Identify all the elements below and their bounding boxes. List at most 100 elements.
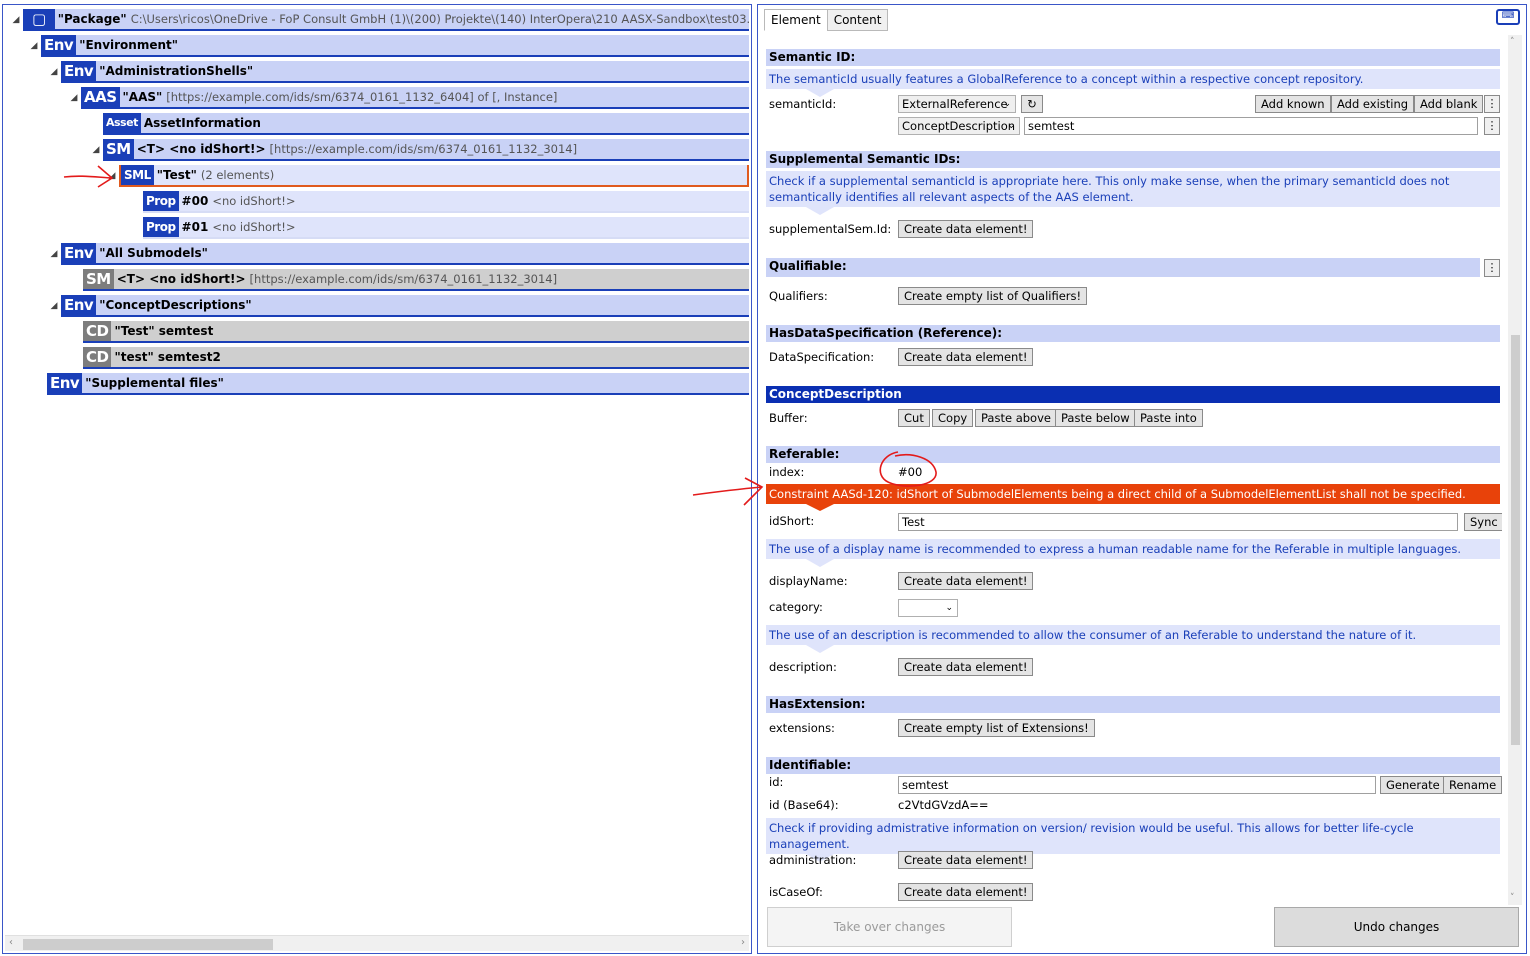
index-label: index:	[769, 465, 805, 479]
chevron-up-icon[interactable]: ˄	[1510, 37, 1515, 47]
package-icon: ▢	[23, 9, 55, 29]
tree-item-name: "Test" semtest	[114, 324, 214, 338]
key-type-select[interactable]: ExternalReference ⌄	[898, 95, 1016, 113]
section-header-identifiable: Identifiable:	[766, 757, 1500, 774]
tree-item-administration-shells[interactable]: ◢ Env "AdministrationShells"	[47, 61, 749, 83]
tree-item-info: <no idShort!>	[212, 220, 296, 234]
submodel-icon: SM	[103, 139, 134, 159]
cut-button[interactable]: Cut	[898, 409, 930, 427]
scrollbar-thumb[interactable]	[1511, 335, 1520, 745]
sync-button[interactable]: Sync	[1464, 513, 1502, 531]
chevron-down-icon[interactable]: ˅	[1510, 893, 1515, 903]
tree-pane: ◢ ▢ "Package" C:\Users\ricos\OneDrive - …	[2, 4, 752, 954]
chevron-left-icon[interactable]: ‹	[9, 937, 13, 948]
create-display-name-button[interactable]: Create data element!	[898, 572, 1034, 590]
undo-changes-button[interactable]: Undo changes	[1274, 907, 1519, 947]
expand-icon[interactable]: ◢	[47, 67, 61, 77]
tree-item-submodel-all[interactable]: SM <T> <no idShort!> [https://example.co…	[69, 269, 749, 291]
create-administration-button[interactable]: Create data element!	[898, 851, 1034, 869]
create-extensions-button[interactable]: Create empty list of Extensions!	[898, 719, 1095, 737]
tree-item-name: "Test"	[156, 168, 197, 182]
tree-item-name: "ConceptDescriptions"	[99, 298, 252, 312]
add-blank-button[interactable]: Add blank	[1414, 95, 1484, 113]
tree-item-aas[interactable]: ◢ AAS "AAS" [https://example.com/ids/sm/…	[67, 87, 749, 109]
take-over-changes-button[interactable]: Take over changes	[767, 907, 1012, 947]
scrollbar-thumb[interactable]	[23, 939, 273, 950]
tab-content[interactable]: Content	[826, 9, 889, 31]
chevron-right-icon[interactable]: ›	[741, 937, 745, 948]
tree-item-name: "test" semtest2	[114, 350, 221, 364]
tree-item-property-0[interactable]: Prop #00 <no idShort!>	[129, 191, 749, 213]
copy-button[interactable]: Copy	[932, 409, 974, 427]
create-qualifiers-button[interactable]: Create empty list of Qualifiers!	[898, 287, 1088, 305]
tree-item-supplemental-files[interactable]: Env "Supplemental files"	[33, 373, 749, 395]
create-description-button[interactable]: Create data element!	[898, 658, 1034, 676]
env-icon: Env	[61, 61, 97, 81]
hint-description: The use of an description is recommended…	[766, 625, 1500, 653]
create-supplemental-button[interactable]: Create data element!	[898, 220, 1034, 238]
index-value: #00	[898, 465, 923, 479]
submodel-icon: SM	[83, 269, 114, 289]
tree-item-submodel[interactable]: ◢ SM <T> <no idShort!> [https://example.…	[89, 139, 749, 161]
tree-item-name: #00	[181, 194, 209, 208]
paste-into-button[interactable]: Paste into	[1134, 409, 1203, 427]
create-is-case-of-button[interactable]: Create data element!	[898, 883, 1034, 901]
paste-below-button[interactable]: Paste below	[1055, 409, 1136, 427]
semantic-id-value-input[interactable]: semtest	[1024, 117, 1478, 135]
expand-icon[interactable]: ◢	[9, 15, 23, 25]
tab-element[interactable]: Element	[764, 9, 828, 31]
expand-icon[interactable]: ◢	[27, 41, 41, 51]
refresh-button[interactable]: ↻	[1021, 95, 1043, 113]
category-select[interactable]: ⌄	[898, 599, 958, 617]
more-options-icon[interactable]: ⋮	[1484, 117, 1500, 135]
chevron-down-icon: ⌄	[1003, 99, 1011, 109]
tree-item-asset-information[interactable]: Asset AssetInformation	[89, 113, 749, 135]
section-header-concept-description: ConceptDescription	[766, 386, 1500, 403]
display-name-label: displayName:	[769, 574, 848, 588]
element-editor: Semantic ID: The semanticId usually feat…	[766, 35, 1502, 905]
tree-item-name: <T> <no idShort!>	[136, 142, 266, 156]
tree-item-name: AssetInformation	[143, 116, 261, 130]
hint-supplemental-semantic-ids: Check if a supplemental semanticId is ap…	[766, 171, 1500, 215]
expand-icon[interactable]: ◢	[47, 249, 61, 259]
extensions-label: extensions:	[769, 721, 835, 735]
tree-item-name: "All Submodels"	[99, 246, 208, 260]
data-specification-label: DataSpecification:	[769, 350, 875, 364]
expand-icon[interactable]: ◢	[47, 301, 61, 311]
tree-item-environment[interactable]: ◢ Env "Environment"	[27, 35, 749, 57]
tree-item-name: "Environment"	[79, 38, 179, 52]
rename-button[interactable]: Rename	[1443, 776, 1502, 794]
more-options-icon[interactable]: ⋮	[1484, 259, 1500, 277]
hint-display-name: The use of a display name is recommended…	[766, 539, 1500, 567]
tree-item-info: [https://example.com/ids/sm/6374_0161_11…	[269, 142, 578, 156]
tree-item-concept-descriptions[interactable]: ◢ Env "ConceptDescriptions"	[47, 295, 749, 317]
id-input[interactable]: semtest	[898, 776, 1376, 794]
add-existing-button[interactable]: Add existing	[1331, 95, 1415, 113]
tree-item-concept-description-2[interactable]: CD "test" semtest2	[69, 347, 749, 369]
keyboard-icon[interactable]: ⌨	[1496, 9, 1520, 25]
tree-item-package[interactable]: ◢ ▢ "Package" C:\Users\ricos\OneDrive - …	[9, 9, 749, 31]
tree-item-submodel-element-list[interactable]: ◢ SML "Test" (2 elements)	[105, 165, 749, 187]
paste-above-button[interactable]: Paste above	[975, 409, 1057, 427]
key-kind-select[interactable]: ConceptDescription ⌄	[898, 117, 1020, 135]
create-data-specification-button[interactable]: Create data element!	[898, 348, 1034, 366]
semantic-id-label: semanticId:	[769, 97, 837, 111]
generate-button[interactable]: Generate	[1380, 776, 1446, 794]
tree-item-property-1[interactable]: Prop #01 <no idShort!>	[129, 217, 749, 239]
expand-icon[interactable]: ◢	[105, 171, 119, 181]
tree-item-concept-description-1[interactable]: CD "Test" semtest	[69, 321, 749, 343]
tree-item-all-submodels[interactable]: ◢ Env "All Submodels"	[47, 243, 749, 265]
sml-icon: SML	[121, 165, 154, 185]
more-options-icon[interactable]: ⋮	[1484, 95, 1500, 113]
idshort-input[interactable]: Test	[898, 513, 1458, 531]
concept-description-icon: CD	[83, 347, 112, 367]
section-header-has-extension: HasExtension:	[766, 696, 1500, 713]
qualifiers-label: Qualifiers:	[769, 289, 828, 303]
env-icon: Env	[61, 295, 97, 315]
expand-icon[interactable]: ◢	[67, 93, 81, 103]
expand-icon[interactable]: ◢	[89, 145, 103, 155]
add-known-button[interactable]: Add known	[1255, 95, 1331, 113]
property-icon: Prop	[143, 217, 179, 237]
horizontal-scrollbar[interactable]: ‹ ›	[5, 935, 749, 951]
vertical-scrollbar[interactable]: ˄ ˅	[1508, 35, 1522, 905]
